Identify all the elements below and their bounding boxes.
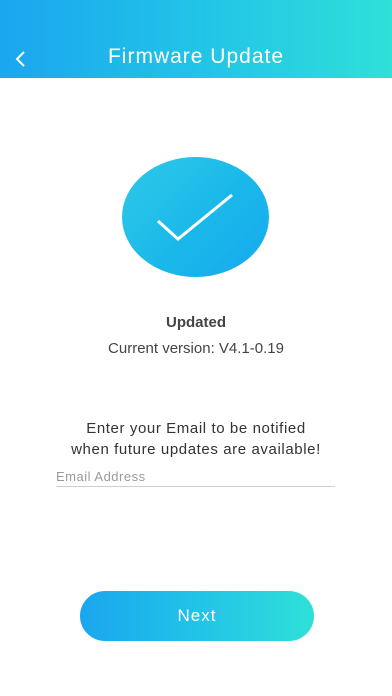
header-bar: Firmware Update bbox=[0, 0, 392, 78]
success-badge bbox=[122, 157, 269, 277]
page-title: Firmware Update bbox=[107, 45, 285, 68]
notify-line-1: Enter your Email to be notified bbox=[86, 420, 306, 437]
checkmark-icon bbox=[156, 193, 233, 241]
current-version: Current version: V4.1-0.19 bbox=[108, 340, 284, 357]
status-title: Updated bbox=[166, 314, 226, 331]
notify-message: Enter your Email to be notified when fut… bbox=[20, 418, 372, 460]
notify-line-2: when future updates are available! bbox=[71, 441, 321, 458]
email-field[interactable] bbox=[56, 466, 335, 487]
next-button[interactable]: Next bbox=[80, 591, 314, 641]
